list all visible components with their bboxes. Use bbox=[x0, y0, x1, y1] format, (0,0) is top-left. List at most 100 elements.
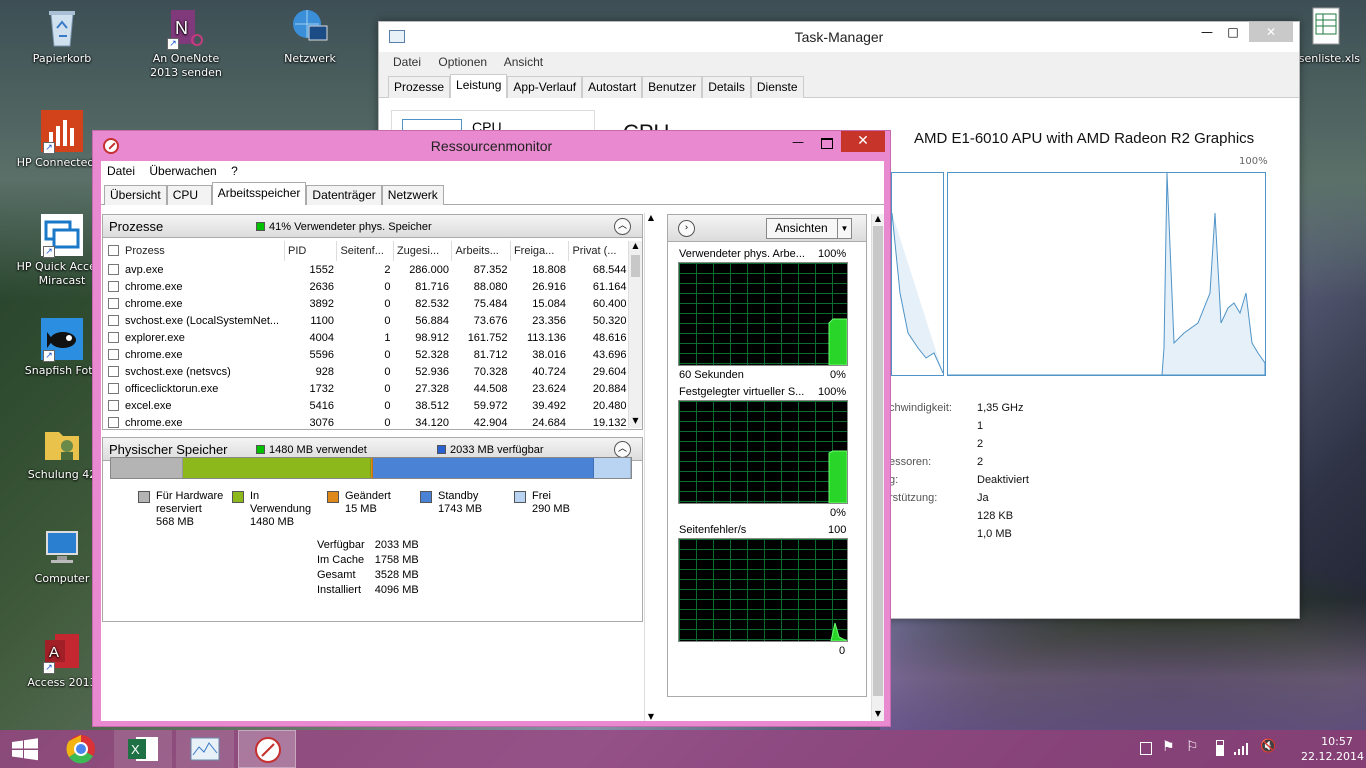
tab-netzwerk[interactable]: Netzwerk bbox=[381, 185, 444, 205]
views-dropdown[interactable]: Ansichten ▼ bbox=[766, 218, 852, 239]
scroll-thumb[interactable] bbox=[873, 226, 883, 696]
table-row[interactable]: officeclicktorun.exe 1732 0 27.328 44.508 23.… bbox=[105, 380, 630, 397]
menu-optionen[interactable]: Optionen bbox=[438, 55, 487, 69]
menu-help[interactable]: ? bbox=[231, 164, 238, 178]
tab-dienste[interactable]: Dienste bbox=[750, 76, 804, 98]
cpu-core-graph-line bbox=[948, 172, 1266, 376]
clock-time[interactable]: 10:57 bbox=[1310, 735, 1364, 748]
clock-date[interactable]: 22.12.2014 bbox=[1294, 750, 1364, 763]
graph-min: 0 bbox=[839, 645, 846, 657]
table-cell: 70.328 bbox=[473, 365, 508, 378]
row-checkbox[interactable] bbox=[108, 314, 119, 326]
column-header[interactable]: PID bbox=[284, 241, 338, 261]
tab-benutzer[interactable]: Benutzer bbox=[642, 76, 703, 98]
table-row[interactable]: svchost.exe (LocalSystemNet... 1100 0 56.88… bbox=[105, 312, 630, 329]
process-scrollbar[interactable]: ▲ ▼ bbox=[628, 241, 642, 428]
column-header[interactable]: Freiga... bbox=[510, 241, 570, 261]
tab-autostart[interactable]: Autostart bbox=[582, 76, 643, 98]
collapse-button[interactable]: ︿ bbox=[614, 441, 631, 458]
column-header[interactable]: Seitenf... bbox=[336, 241, 394, 261]
table-row[interactable]: svchost.exe (netsvcs) 928 0 52.936 70.328 40.… bbox=[105, 363, 630, 380]
svg-text:N: N bbox=[175, 18, 188, 38]
tab-cpu[interactable]: CPU bbox=[166, 185, 212, 205]
start-button[interactable] bbox=[0, 730, 50, 768]
taskbar-chrome[interactable] bbox=[52, 730, 110, 768]
row-checkbox[interactable] bbox=[108, 263, 119, 275]
taskbar: X ⚑ ⚐ 🔇 10:57 22.12.2014 bbox=[0, 730, 1366, 768]
tab-uebersicht[interactable]: Übersicht bbox=[104, 185, 167, 205]
column-header[interactable]: Arbeits... bbox=[451, 241, 511, 261]
flag-icon[interactable]: ⚐ bbox=[1186, 739, 1199, 755]
tab-leistung[interactable]: Leistung bbox=[450, 74, 508, 98]
column-header[interactable]: Prozess bbox=[105, 241, 286, 261]
taskbar-task-manager[interactable] bbox=[176, 730, 234, 768]
taskbar-excel[interactable]: X bbox=[114, 730, 172, 768]
minimize-button[interactable]: — bbox=[1195, 22, 1219, 42]
maximize-button[interactable]: □ bbox=[1221, 22, 1245, 42]
scroll-down-arrow[interactable]: ▼ bbox=[872, 709, 884, 721]
row-checkbox[interactable] bbox=[108, 348, 119, 360]
desktop-icon-onenote[interactable]: N ↗ An OneNote 2013 senden bbox=[138, 6, 234, 80]
tab-datentraeger[interactable]: Datenträger bbox=[306, 185, 382, 205]
volume-muted-icon[interactable]: 🔇 bbox=[1260, 739, 1276, 754]
processes-header[interactable]: Prozesse 41% Verwendeter phys. Speicher … bbox=[102, 214, 643, 238]
row-checkbox[interactable] bbox=[108, 280, 119, 292]
menu-ueberwachen[interactable]: Überwachen bbox=[149, 164, 216, 178]
desktop-icon-papierkorb[interactable]: Papierkorb bbox=[14, 6, 110, 66]
right-scrollbar[interactable]: ▲ ▼ bbox=[871, 214, 884, 721]
process-name-cell: chrome.exe bbox=[105, 295, 285, 312]
scroll-down-arrow[interactable]: ▼ bbox=[629, 416, 642, 428]
notification-flag-icon[interactable]: ⚑ bbox=[1162, 739, 1175, 755]
menu-ansicht[interactable]: Ansicht bbox=[504, 55, 543, 69]
scroll-up-arrow[interactable]: ▲ bbox=[629, 241, 642, 253]
expand-arrow-button[interactable]: › bbox=[678, 220, 695, 237]
collapse-button[interactable]: ︿ bbox=[614, 218, 631, 235]
action-center-icon[interactable] bbox=[1140, 742, 1152, 755]
table-row[interactable]: excel.exe 5416 0 38.512 59.972 39.492 20.480 bbox=[105, 397, 630, 414]
table-row[interactable]: chrome.exe 3076 0 34.120 42.904 24.684 19.132 bbox=[105, 414, 630, 431]
stat-label: essoren: bbox=[889, 456, 932, 468]
table-cell: 39.492 bbox=[532, 399, 566, 412]
menu-datei[interactable]: Datei bbox=[107, 164, 135, 178]
wifi-signal-icon[interactable] bbox=[1233, 740, 1249, 756]
table-row[interactable]: avp.exe 1552 2 286.000 87.352 18.808 68.544 bbox=[105, 261, 630, 278]
row-checkbox[interactable] bbox=[108, 297, 119, 309]
column-header[interactable]: Privat (... bbox=[568, 241, 630, 261]
row-checkbox[interactable] bbox=[108, 365, 119, 377]
row-checkbox[interactable] bbox=[108, 399, 119, 411]
resource-monitor-window[interactable]: Ressourcenmonitor — ✕ Datei Überwachen ?… bbox=[92, 130, 891, 727]
summary-label: Installiert bbox=[317, 584, 362, 596]
taskbar-resource-monitor[interactable] bbox=[238, 730, 296, 768]
hp-connected-icon: ↗ bbox=[41, 110, 83, 154]
battery-icon[interactable] bbox=[1216, 740, 1224, 756]
table-row[interactable]: chrome.exe 3892 0 82.532 75.484 15.084 60.400 bbox=[105, 295, 630, 312]
row-checkbox[interactable] bbox=[108, 416, 119, 428]
scroll-up-arrow[interactable]: ▲ bbox=[872, 214, 884, 226]
tab-details[interactable]: Details bbox=[702, 76, 751, 98]
maximize-button[interactable] bbox=[813, 135, 839, 153]
panel-title: Physischer Speicher bbox=[109, 442, 228, 457]
tab-app-verlauf[interactable]: App-Verlauf bbox=[507, 76, 583, 98]
row-checkbox[interactable] bbox=[108, 382, 119, 394]
left-pane-scroll-arrow[interactable]: ▲ ▼ bbox=[644, 213, 656, 721]
scroll-thumb[interactable] bbox=[631, 255, 640, 277]
table-cell: 1100 bbox=[310, 314, 334, 327]
row-checkbox[interactable] bbox=[108, 331, 119, 343]
table-cell: 23.624 bbox=[532, 382, 566, 395]
table-row[interactable]: chrome.exe 5596 0 52.328 81.712 38.016 43.696 bbox=[105, 346, 630, 363]
close-button[interactable]: ✕ bbox=[841, 131, 885, 152]
desktop-icon-netzwerk[interactable]: Netzwerk bbox=[262, 6, 358, 66]
column-header[interactable]: Zugesi... bbox=[393, 241, 453, 261]
tab-prozesse[interactable]: Prozesse bbox=[388, 76, 451, 98]
resource-monitor-titlebar[interactable]: Ressourcenmonitor — ✕ bbox=[93, 131, 890, 160]
tab-arbeitsspeicher[interactable]: Arbeitsspeicher bbox=[211, 182, 307, 205]
task-manager-titlebar[interactable]: Task-Manager — □ ✕ bbox=[379, 22, 1299, 52]
graph-pane-header: › Ansichten ▼ bbox=[667, 214, 867, 242]
table-row[interactable]: chrome.exe 2636 0 81.716 88.080 26.916 61.164 bbox=[105, 278, 630, 295]
table-row[interactable]: explorer.exe 4004 1 98.912 161.752 113.136 48.… bbox=[105, 329, 630, 346]
close-button[interactable]: ✕ bbox=[1249, 22, 1293, 42]
minimize-button[interactable]: — bbox=[785, 135, 811, 153]
table-cell: 1732 bbox=[309, 382, 334, 395]
menu-datei[interactable]: Datei bbox=[393, 55, 421, 69]
select-all-checkbox[interactable] bbox=[108, 245, 119, 256]
